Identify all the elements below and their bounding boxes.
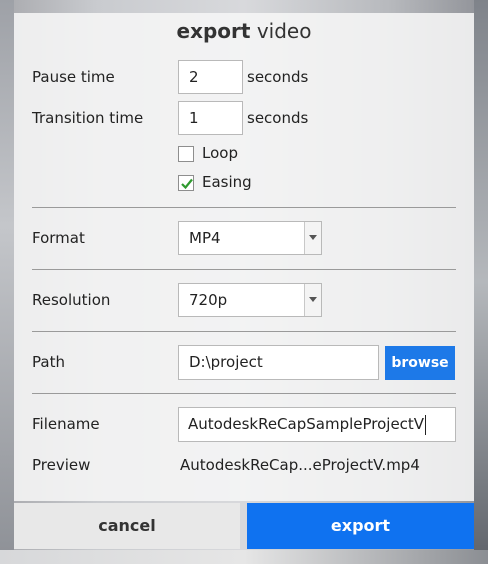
chevron-down-icon <box>309 235 317 240</box>
cancel-button[interactable]: cancel <box>14 503 240 549</box>
export-video-dialog: export video Pause time 2 seconds Transi… <box>14 13 474 501</box>
export-button[interactable]: export <box>247 503 474 549</box>
loop-checkbox[interactable] <box>178 146 194 162</box>
dialog-title: export video <box>14 19 474 43</box>
transition-time-input[interactable]: 1 <box>178 101 243 135</box>
filename-input[interactable]: AutodeskReCapSampleProjectV <box>178 407 456 442</box>
browse-button[interactable]: browse <box>385 346 455 380</box>
pause-time-input[interactable]: 2 <box>178 60 243 94</box>
background-right <box>474 0 488 564</box>
checkmark-icon <box>181 178 193 190</box>
transition-time-unit: seconds <box>247 109 309 127</box>
format-select[interactable]: MP4 <box>178 221 322 255</box>
resolution-select[interactable]: 720p <box>178 283 322 317</box>
divider <box>32 331 456 332</box>
filename-value: AutodeskReCapSampleProjectV <box>188 415 425 433</box>
background-left <box>0 0 14 564</box>
dialog-title-rest: video <box>250 19 312 43</box>
resolution-value: 720p <box>189 291 228 309</box>
format-value: MP4 <box>189 229 221 247</box>
resolution-label: Resolution <box>32 291 111 309</box>
path-label: Path <box>32 353 65 371</box>
text-cursor <box>425 414 427 435</box>
preview-value: AutodeskReCap...eProjectV.mp4 <box>180 456 420 474</box>
easing-label: Easing <box>202 173 252 191</box>
preview-label: Preview <box>32 456 91 474</box>
divider <box>32 393 456 394</box>
resolution-dropdown-arrow[interactable] <box>304 284 321 316</box>
format-dropdown-arrow[interactable] <box>304 222 321 254</box>
dialog-title-bold: export <box>176 19 251 43</box>
path-input[interactable]: D:\project <box>178 345 379 380</box>
pause-time-label: Pause time <box>32 68 115 86</box>
divider <box>32 269 456 270</box>
chevron-down-icon <box>309 297 317 302</box>
transition-time-label: Transition time <box>32 109 144 127</box>
pause-time-unit: seconds <box>247 68 309 86</box>
loop-label: Loop <box>202 144 238 162</box>
easing-checkbox[interactable] <box>178 175 194 191</box>
format-label: Format <box>32 229 85 247</box>
divider <box>32 207 456 208</box>
filename-label: Filename <box>32 415 100 433</box>
background-bottom <box>0 550 488 564</box>
